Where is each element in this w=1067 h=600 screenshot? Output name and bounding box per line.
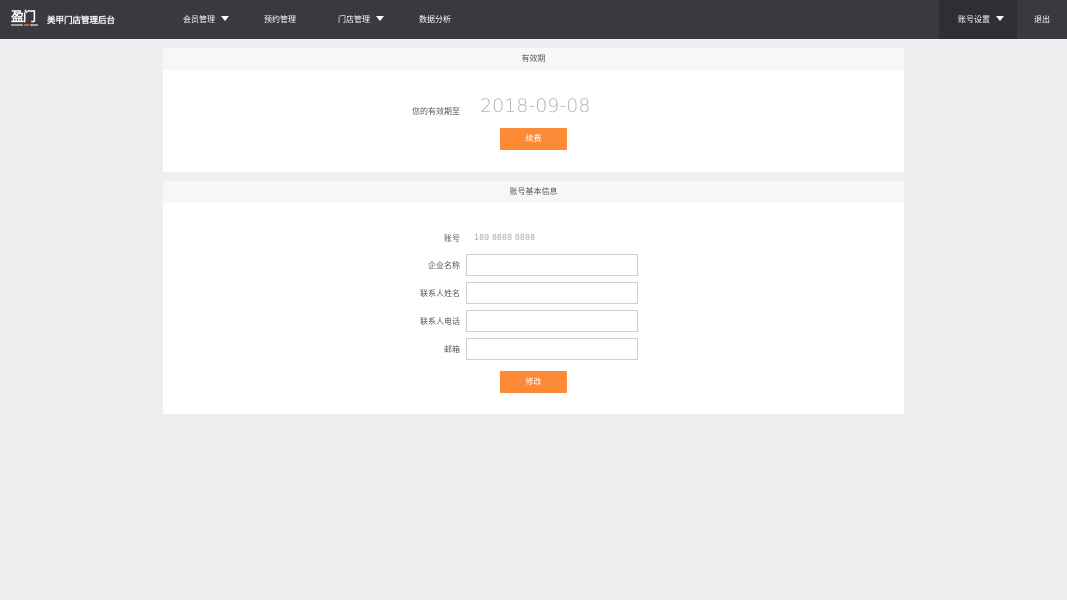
validity-label: 您的有效期至 xyxy=(412,107,460,116)
nav-booking-label: 预约管理 xyxy=(264,15,296,24)
account-label: 账号 xyxy=(444,234,460,243)
modify-button[interactable]: 修改 xyxy=(500,371,567,393)
company-name-label: 企业名称 xyxy=(428,261,460,270)
nav-analytics-label: 数据分析 xyxy=(419,15,451,24)
email-input[interactable] xyxy=(466,338,638,360)
chevron-down-icon xyxy=(221,16,229,21)
nav-store-label: 门店管理 xyxy=(338,15,370,24)
contact-name-input[interactable] xyxy=(466,282,638,304)
company-name-input[interactable] xyxy=(466,254,638,276)
nav-members-label: 会员管理 xyxy=(183,15,215,24)
renew-button[interactable]: 续费 xyxy=(500,128,567,150)
nav-booking[interactable]: 预约管理 xyxy=(264,0,296,39)
nav-store[interactable]: 门店管理 xyxy=(338,0,384,39)
validity-panel-header: 有效期 xyxy=(163,48,904,70)
brand-logo: 盈门 xyxy=(11,11,38,28)
nav-members[interactable]: 会员管理 xyxy=(183,0,229,39)
nav-account-settings-label: 账号设置 xyxy=(958,15,990,24)
chevron-down-icon xyxy=(996,16,1004,21)
email-label: 邮箱 xyxy=(444,345,460,354)
contact-name-label: 联系人姓名 xyxy=(420,289,460,298)
contact-phone-label: 联系人电话 xyxy=(420,317,460,326)
nav-analytics[interactable]: 数据分析 xyxy=(419,0,451,39)
validity-date: 2018-09-08 xyxy=(480,95,591,117)
chevron-down-icon xyxy=(376,16,384,21)
top-navbar: 盈门 美甲门店管理后台 会员管理 预约管理 门店管理 数据分析 账号设置 退出 xyxy=(0,0,1067,39)
logout-button[interactable]: 退出 xyxy=(1034,0,1050,39)
logout-label: 退出 xyxy=(1034,15,1050,24)
app-title: 美甲门店管理后台 xyxy=(47,16,116,26)
account-value: 189 8888 8888 xyxy=(474,233,536,242)
brand[interactable]: 盈门 xyxy=(11,10,38,29)
contact-phone-input[interactable] xyxy=(466,310,638,332)
account-info-panel-header: 账号基本信息 xyxy=(163,181,904,203)
logo-text: 盈门 xyxy=(11,10,36,25)
nav-account-settings[interactable]: 账号设置 xyxy=(958,0,1004,39)
